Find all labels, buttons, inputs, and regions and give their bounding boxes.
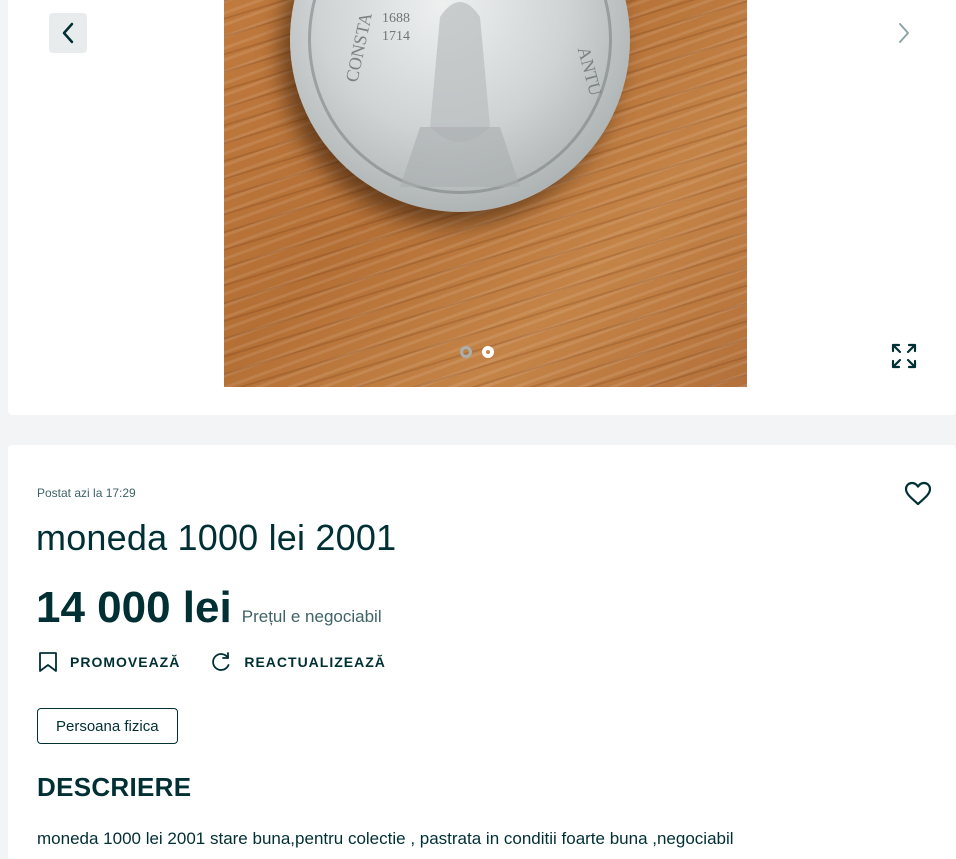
promote-button[interactable]: PROMOVEAZĂ [38, 651, 180, 673]
promote-label: PROMOVEAZĂ [70, 654, 181, 670]
description-text: moneda 1000 lei 2001 stare buna,pentru c… [37, 829, 734, 848]
refresh-listing-button[interactable]: REACTUALIZEAZĂ [210, 651, 386, 673]
coin-image: 1688 1714 CONSTA ANTU [290, 0, 630, 212]
heart-icon [904, 481, 932, 506]
listing-details: Postat azi la 17:29 moneda 1000 lei 2001… [8, 445, 956, 859]
gallery-dot-2[interactable] [482, 346, 494, 358]
refresh-label: REACTUALIZEAZĂ [244, 654, 386, 670]
refresh-icon [212, 652, 230, 671]
gallery-pagination [460, 346, 494, 358]
listing-title: moneda 1000 lei 2001 [36, 517, 397, 558]
description-heading: DESCRIERE [37, 772, 192, 802]
image-gallery: 1688 1714 CONSTA ANTU [8, 0, 956, 415]
fullscreen-button[interactable] [885, 336, 923, 376]
negotiable-label: Prețul e negociabil [241, 607, 382, 626]
listing-price: 14 000 lei [36, 583, 232, 632]
coin-text-right: ANTU [574, 44, 606, 97]
price-row: 14 000 lei Prețul e negociabil [36, 583, 382, 633]
coin-text-year1: 1688 [382, 11, 410, 26]
listing-actions: PROMOVEAZĂ REACTUALIZEAZĂ [38, 651, 386, 673]
chevron-left-icon [62, 22, 74, 44]
gallery-next-button[interactable] [885, 13, 923, 53]
chevron-right-icon [899, 23, 909, 43]
seller-type-tag: Persoana fizica [37, 708, 178, 744]
posted-date: Postat azi la 17:29 [37, 486, 136, 500]
listing-photo[interactable]: 1688 1714 CONSTA ANTU [224, 0, 747, 387]
bookmark-icon [39, 652, 57, 672]
coin-text-year2: 1714 [382, 29, 410, 44]
favorite-button[interactable] [904, 480, 932, 508]
gallery-dot-1[interactable] [460, 346, 472, 358]
coin-text-left: CONSTA [342, 11, 376, 84]
gallery-prev-button[interactable] [49, 13, 87, 53]
expand-icon [891, 343, 917, 369]
